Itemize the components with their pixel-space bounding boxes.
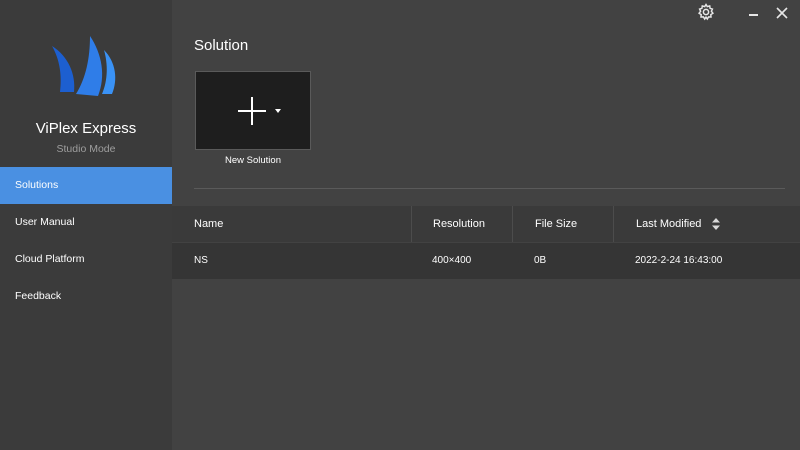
table-header: Name Resolution File Size Last Modified bbox=[172, 206, 800, 242]
column-header-resolution[interactable]: Resolution bbox=[411, 206, 512, 242]
cell-resolution: 400×400 bbox=[432, 255, 472, 266]
divider bbox=[194, 188, 785, 189]
minimize-icon[interactable] bbox=[744, 4, 764, 22]
main-content: Solution New Solution Name Resolution Fi… bbox=[172, 0, 800, 450]
app-window: ViPlex Express Studio Mode Solutions Use… bbox=[0, 0, 800, 450]
new-solution-label: New Solution bbox=[225, 155, 281, 166]
page-title: Solution bbox=[194, 37, 249, 54]
caret-down-icon[interactable] bbox=[275, 109, 281, 113]
sidebar-item-solutions[interactable]: Solutions bbox=[0, 167, 172, 204]
column-header-last-modified[interactable]: Last Modified bbox=[613, 206, 792, 242]
sidebar: ViPlex Express Studio Mode Solutions Use… bbox=[0, 0, 172, 450]
cell-file-size: 0B bbox=[534, 255, 547, 266]
gear-icon[interactable] bbox=[696, 2, 716, 22]
app-name: ViPlex Express bbox=[35, 120, 137, 137]
column-header-name[interactable]: Name bbox=[172, 206, 411, 242]
table-row[interactable]: NS 400×400 0B 2022-2-24 16:43:00 bbox=[172, 243, 800, 279]
app-mode: Studio Mode bbox=[56, 143, 116, 155]
sidebar-nav: Solutions User Manual Cloud Platform Fee… bbox=[0, 167, 172, 315]
cell-last-modified: 2022-2-24 16:43:00 bbox=[635, 255, 723, 266]
viplex-logo bbox=[52, 36, 116, 96]
sidebar-item-feedback[interactable]: Feedback bbox=[0, 278, 172, 315]
cell-name: NS bbox=[194, 255, 208, 266]
new-solution-button[interactable] bbox=[195, 71, 311, 150]
sidebar-item-cloud-platform[interactable]: Cloud Platform bbox=[0, 241, 172, 278]
column-header-file-size[interactable]: File Size bbox=[512, 206, 613, 242]
close-icon[interactable] bbox=[772, 4, 792, 22]
sort-icon[interactable] bbox=[712, 218, 720, 230]
sidebar-item-user-manual[interactable]: User Manual bbox=[0, 204, 172, 241]
column-header-last-modified-label: Last Modified bbox=[636, 218, 702, 230]
